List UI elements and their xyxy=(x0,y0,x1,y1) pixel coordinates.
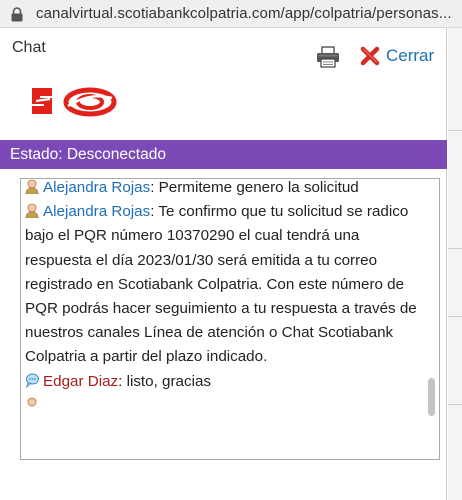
background-divider xyxy=(448,248,462,249)
message-sender: Alejandra Rojas xyxy=(43,203,151,221)
message-list: Alejandra Rojas: Permiteme genero la sol… xyxy=(25,179,423,418)
message-sender: Edgar Diaz xyxy=(43,372,119,390)
status-bar: Estado: Desconectado xyxy=(0,140,447,169)
scotiabank-logo-mark xyxy=(32,88,52,114)
chat-message: Alejandra Rojas: Permiteme genero la sol… xyxy=(25,179,423,200)
colpatria-logo-mark xyxy=(63,87,117,117)
chat-transcript[interactable]: Alejandra Rojas: Permiteme genero la sol… xyxy=(20,178,440,460)
chat-window: Chat Cerrar Estado: Desconectado Alejand… xyxy=(0,28,447,500)
agent-avatar-icon xyxy=(25,203,39,219)
transcript-scrollbar-thumb[interactable] xyxy=(428,378,435,416)
message-sender: Alejandra Rojas xyxy=(43,179,151,196)
background-divider xyxy=(448,130,462,131)
message-separator: : xyxy=(150,179,159,196)
message-text: Te confirmo que tu solicitud se radico b… xyxy=(25,203,417,366)
scotiabank-colpatria-logo xyxy=(32,87,117,117)
background-page xyxy=(448,28,462,500)
chat-message: Alejandra Rojas: Te confirmo que tu soli… xyxy=(25,200,423,369)
close-button[interactable]: Cerrar xyxy=(360,44,434,68)
lock-icon xyxy=(11,7,23,22)
message-text: Permiteme genero la solicitud xyxy=(158,179,359,196)
chat-message-partial xyxy=(25,394,423,418)
agent-avatar-icon xyxy=(27,397,37,407)
message-separator: : xyxy=(118,372,127,390)
printer-icon[interactable] xyxy=(316,46,340,68)
close-label: Cerrar xyxy=(386,46,435,65)
chat-title: Chat xyxy=(12,39,46,56)
background-divider xyxy=(448,316,462,317)
close-icon xyxy=(360,46,380,66)
browser-address-bar[interactable]: canalvirtual.scotiabankcolpatria.com/app… xyxy=(0,0,462,28)
user-bubble-icon xyxy=(25,373,39,388)
agent-avatar-icon xyxy=(25,179,39,194)
connection-status: Estado: Desconectado xyxy=(10,146,166,163)
background-divider xyxy=(448,404,462,405)
transcript-scrollbar[interactable] xyxy=(424,180,438,459)
url-text[interactable]: canalvirtual.scotiabankcolpatria.com/app… xyxy=(36,5,452,22)
message-text: listo, gracias xyxy=(126,372,212,390)
chat-message: Edgar Diaz: listo, gracias xyxy=(25,370,423,394)
